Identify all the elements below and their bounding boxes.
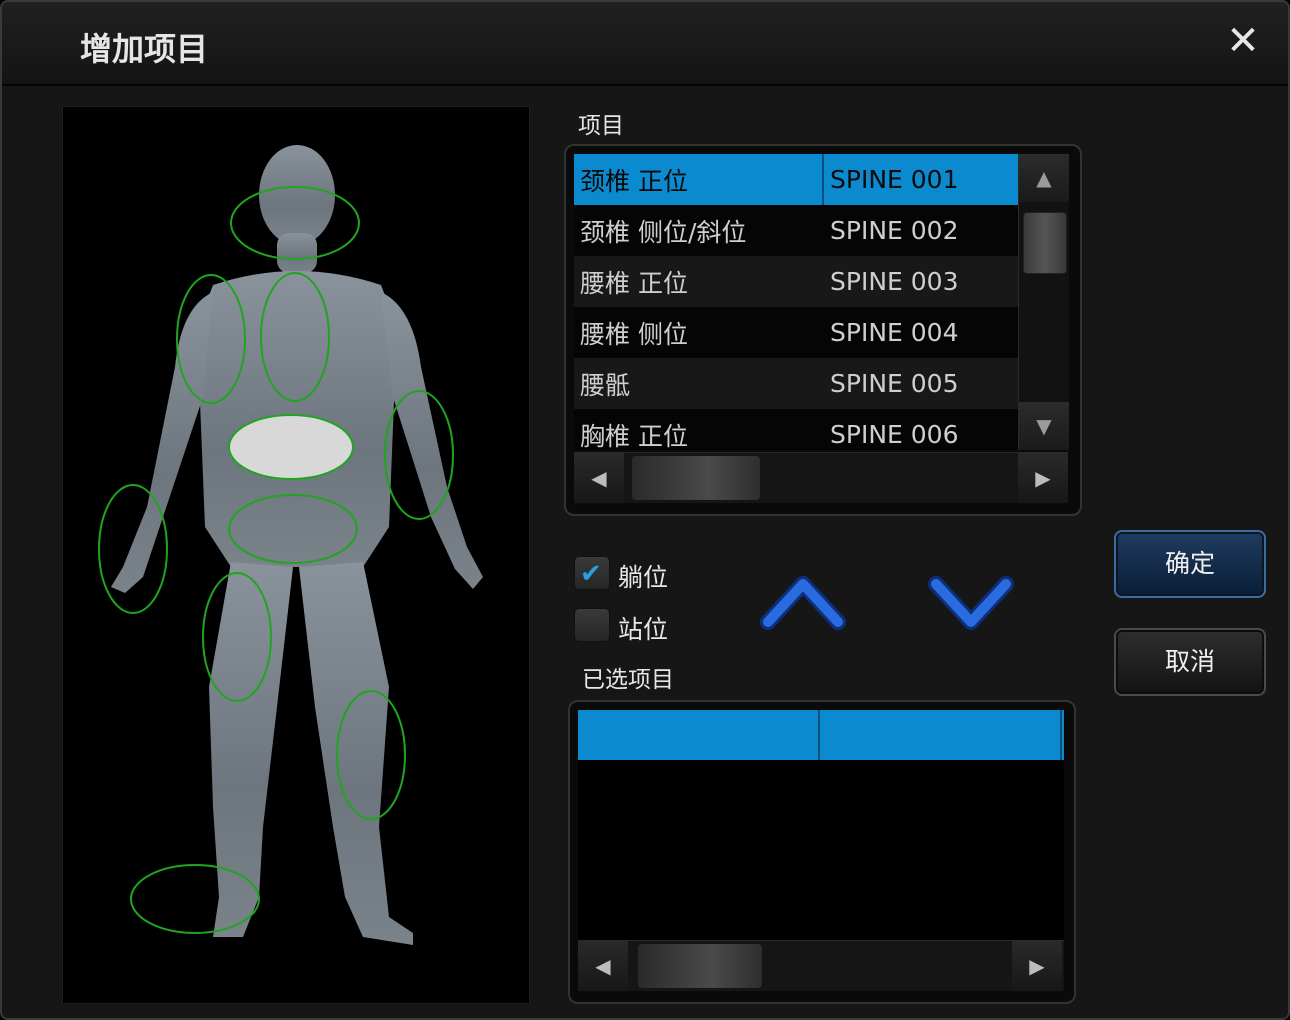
cancel-button[interactable]: 取消 [1114, 628, 1266, 696]
horizontal-scroll-thumb[interactable] [638, 944, 762, 988]
selected-items-label: 已选项目 [582, 667, 674, 693]
item-name: 胸椎 正位 [580, 421, 688, 451]
items-vertical-scrollbar[interactable]: ▲ ▼ [1018, 154, 1069, 450]
selected-items-table: ◀ ▶ [568, 700, 1076, 1004]
dialog-title: 增加项目 [80, 30, 209, 68]
item-code: SPINE 002 [830, 216, 959, 245]
list-item[interactable]: 腰椎 正位 SPINE 003 [574, 256, 1018, 307]
item-code: SPINE 005 [830, 369, 959, 398]
scroll-down-icon[interactable]: ▼ [1019, 402, 1069, 450]
standing-position-label: 站位 [618, 615, 669, 644]
item-name: 腰骶 [580, 370, 631, 400]
list-item[interactable]: 胸椎 正位 SPINE 006 [574, 409, 1018, 450]
lying-position-label: 躺位 [618, 563, 669, 592]
region-lumbar-selected[interactable] [228, 414, 354, 480]
items-label: 项目 [578, 113, 624, 139]
horizontal-scroll-thumb[interactable] [632, 456, 760, 500]
scroll-right-icon[interactable]: ▶ [1018, 453, 1068, 503]
scroll-left-icon[interactable]: ◀ [578, 941, 628, 991]
items-rows: 颈椎 正位 SPINE 001 颈椎 侧位/斜位 SPINE 002 腰椎 正位… [574, 154, 1018, 450]
list-item[interactable]: 腰椎 侧位 SPINE 004 [574, 307, 1018, 358]
header-column-2[interactable] [820, 710, 1062, 760]
title-bar: 增加项目 ✕ [2, 2, 1288, 86]
body-map-panel [62, 106, 530, 1004]
scroll-up-icon[interactable]: ▲ [1019, 154, 1069, 202]
header-column-1[interactable] [578, 710, 820, 760]
list-item[interactable]: 腰骶 SPINE 005 [574, 358, 1018, 409]
item-name: 颈椎 侧位/斜位 [580, 217, 747, 247]
checkmark-icon: ✔ [580, 559, 602, 589]
confirm-button[interactable]: 确定 [1114, 530, 1266, 598]
scroll-right-icon[interactable]: ▶ [1012, 941, 1062, 991]
items-horizontal-scrollbar[interactable]: ◀ ▶ [574, 452, 1068, 503]
chevron-down-icon[interactable] [928, 572, 1014, 632]
list-item[interactable]: 颈椎 侧位/斜位 SPINE 002 [574, 205, 1018, 256]
item-code: SPINE 001 [830, 165, 959, 194]
selected-table-header [578, 710, 1064, 760]
item-name: 腰椎 正位 [580, 268, 688, 298]
chevron-up-icon[interactable] [760, 574, 846, 634]
item-code: SPINE 006 [830, 420, 959, 449]
scroll-left-icon[interactable]: ◀ [574, 453, 624, 503]
lying-position-checkbox[interactable]: ✔ [574, 556, 610, 590]
close-icon[interactable]: ✕ [1220, 18, 1266, 64]
selected-items-list[interactable] [578, 760, 1064, 940]
items-list: 颈椎 正位 SPINE 001 颈椎 侧位/斜位 SPINE 002 腰椎 正位… [564, 144, 1082, 516]
item-name: 颈椎 正位 [574, 154, 824, 205]
list-item[interactable]: 颈椎 正位 SPINE 001 [574, 154, 1018, 205]
item-code: SPINE 003 [830, 267, 959, 296]
selected-horizontal-scrollbar[interactable]: ◀ ▶ [578, 940, 1064, 991]
add-item-dialog: 增加项目 ✕ 项目 颈椎 正位 SPINE 001 颈椎 侧位/斜位 SPINE… [0, 0, 1290, 1020]
body-map [98, 145, 483, 945]
item-name: 腰椎 侧位 [580, 319, 688, 349]
item-code: SPINE 004 [830, 318, 959, 347]
vertical-scroll-thumb[interactable] [1023, 212, 1067, 274]
standing-position-checkbox[interactable] [574, 608, 610, 642]
